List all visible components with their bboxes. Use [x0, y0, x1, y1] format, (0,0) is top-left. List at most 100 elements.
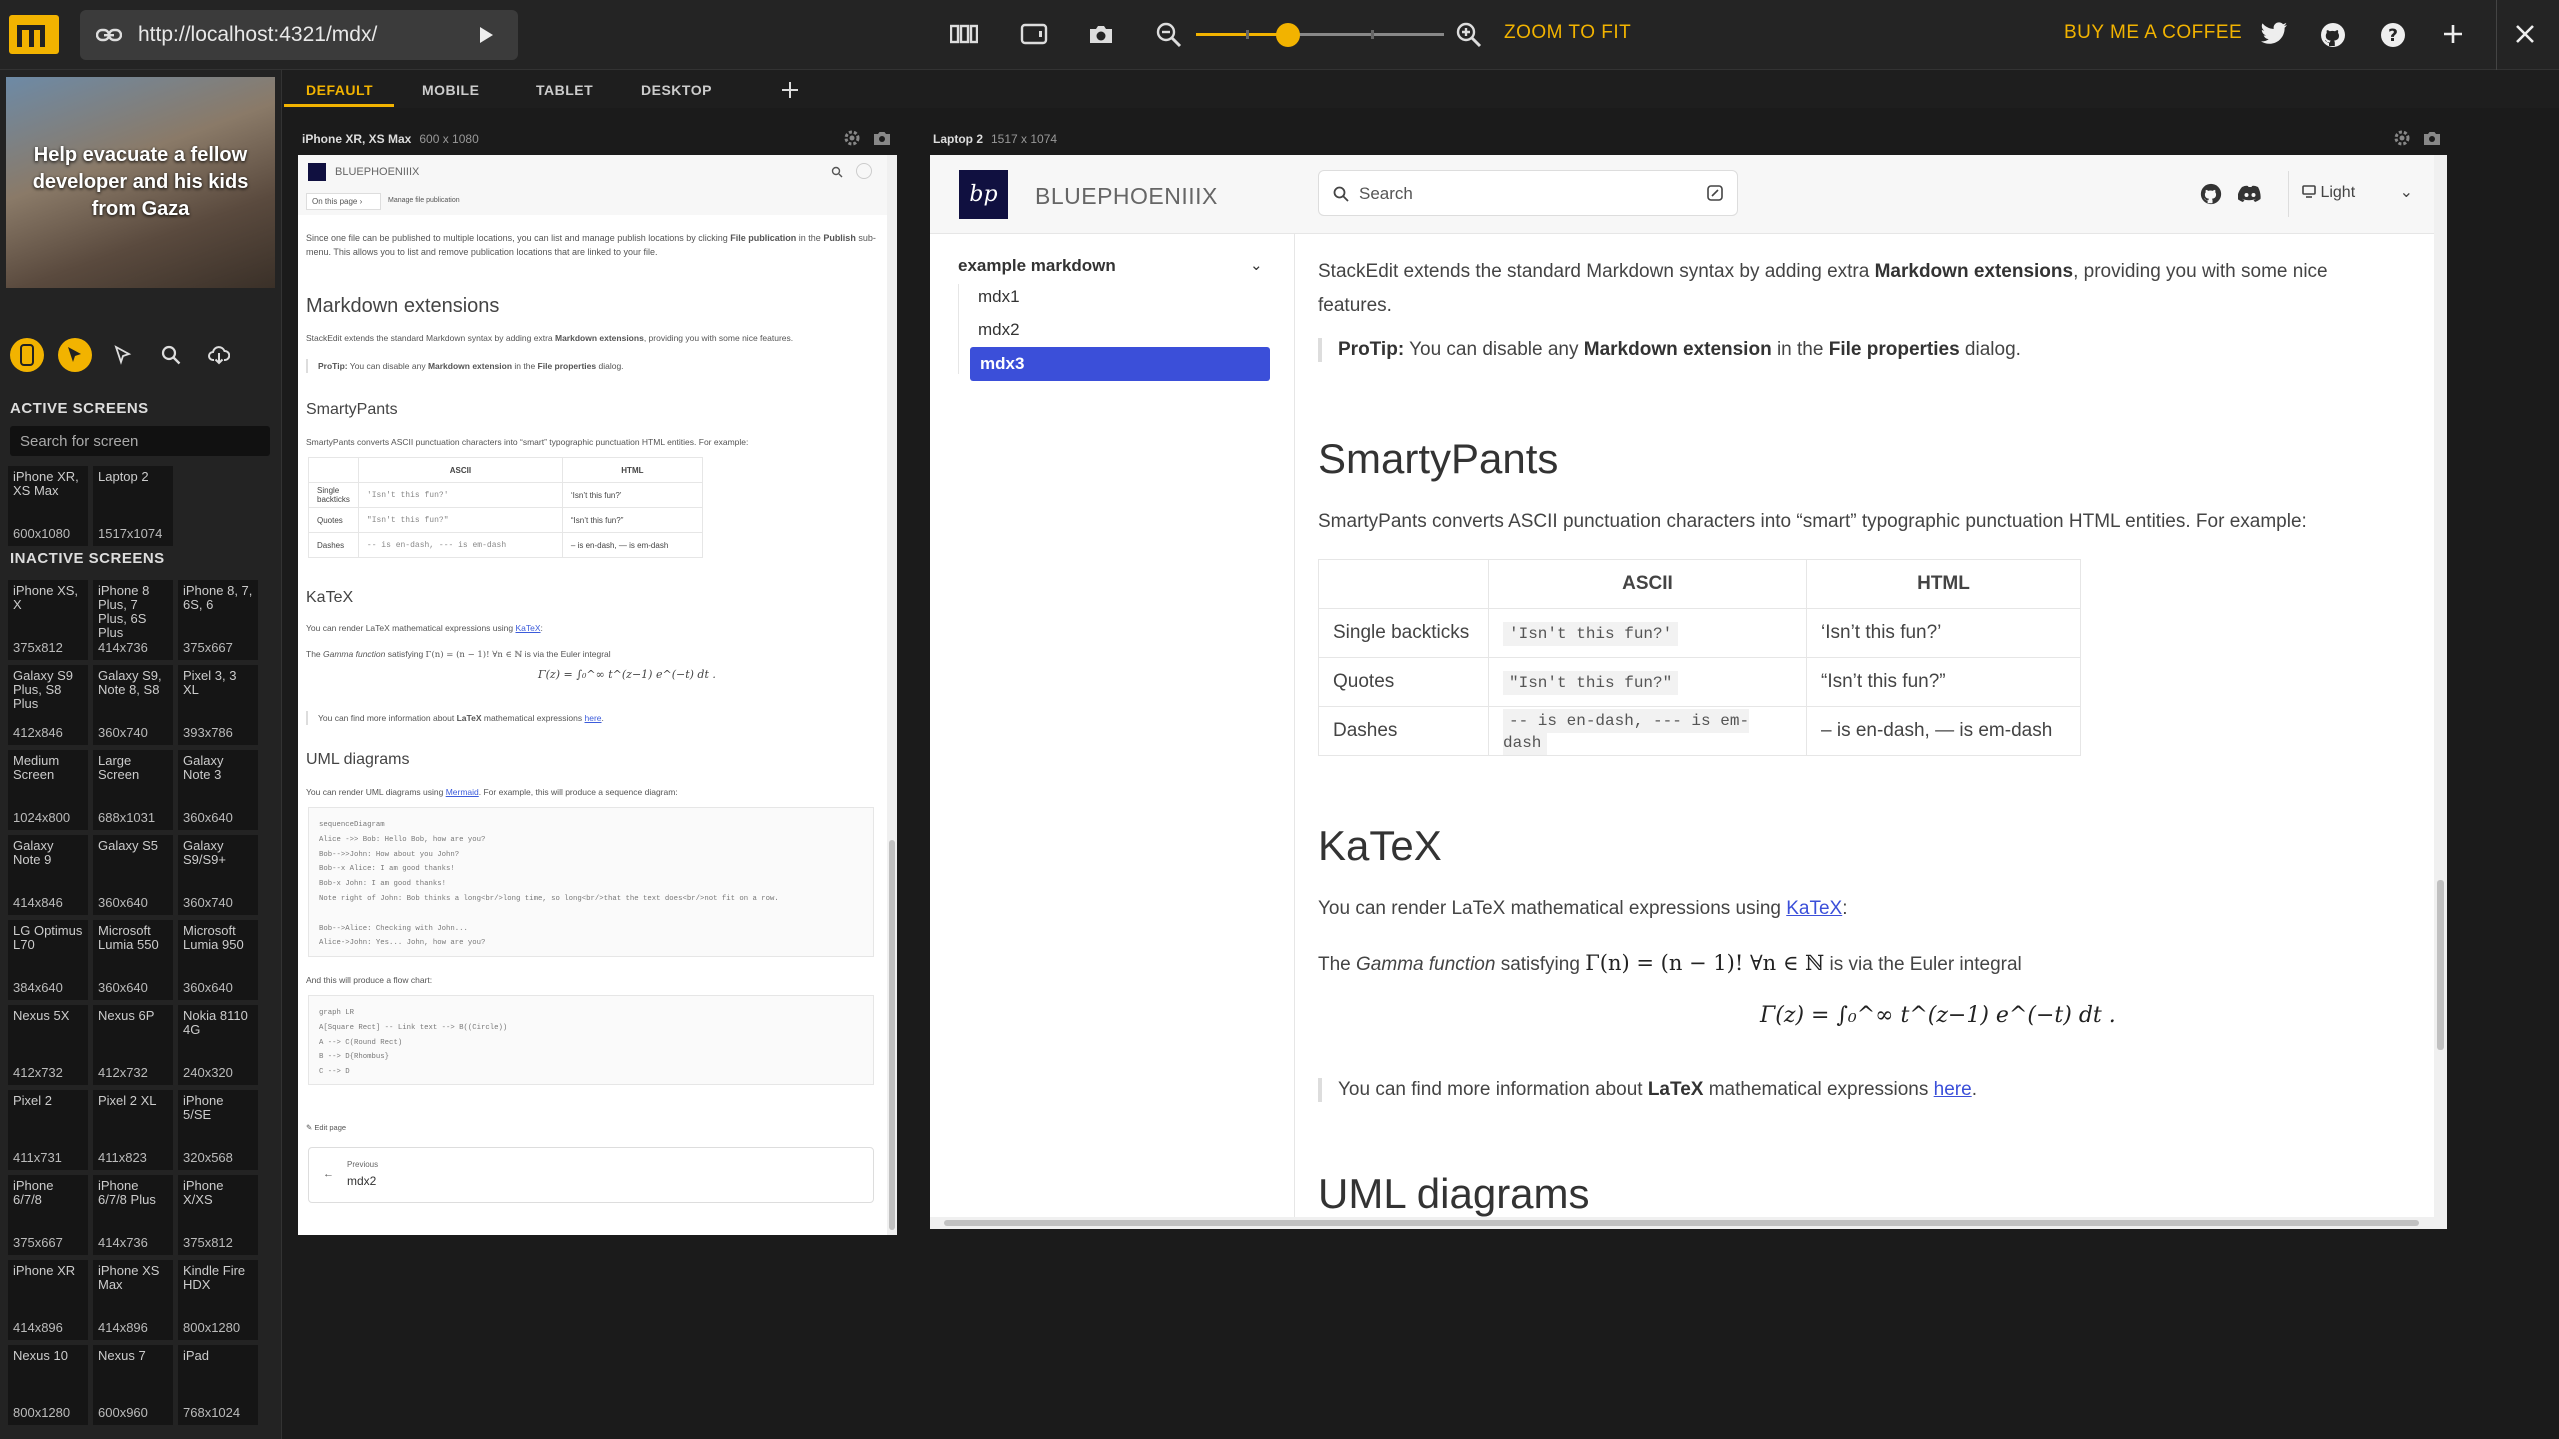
laptop-horizontal-scrollbar[interactable]: [930, 1217, 2447, 1229]
md-ext-paragraph: StackEdit extends the standard Markdown …: [306, 333, 794, 343]
laptop-vertical-scrollbar[interactable]: [2434, 155, 2447, 1217]
device-card[interactable]: iPhone 8 Plus, 7 Plus, 6S Plus 414x736: [93, 580, 173, 660]
device-card[interactable]: Galaxy S9 Plus, S8 Plus 412x846: [8, 665, 88, 745]
device-card[interactable]: Galaxy S5 360x640: [93, 835, 173, 915]
buy-me-coffee-link[interactable]: BUY ME A COFFEE: [2064, 22, 2242, 44]
device-card[interactable]: Nexus 6P 412x732: [93, 1005, 173, 1085]
katex-link[interactable]: KaTeX: [515, 623, 540, 633]
mermaid-link[interactable]: Mermaid: [446, 787, 479, 797]
device-card[interactable]: Nexus 5X 412x732: [8, 1005, 88, 1085]
device-card[interactable]: Galaxy S9/S9+ 360x740: [178, 835, 258, 915]
columns-icon[interactable]: [950, 22, 978, 46]
zoom-in-icon[interactable]: [1456, 22, 1482, 48]
add-icon[interactable]: [2441, 22, 2465, 46]
device-resolution: 360x740: [183, 895, 233, 910]
add-tab-icon[interactable]: [780, 80, 800, 100]
camera-icon[interactable]: [1088, 22, 1114, 46]
site-brand[interactable]: BLUEPHOENIIIX: [1035, 183, 1218, 210]
tab-desktop[interactable]: DESKTOP: [641, 82, 712, 98]
github-icon[interactable]: [2320, 22, 2346, 48]
here-link[interactable]: here: [585, 713, 602, 723]
device-card[interactable]: iPhone XS, X 375x812: [8, 580, 88, 660]
device-card[interactable]: Microsoft Lumia 550 360x640: [93, 920, 173, 1000]
theme-select[interactable]: Light ⌄: [2302, 182, 2413, 202]
device-card[interactable]: Nexus 10 800x1280: [8, 1345, 88, 1425]
url-bar[interactable]: http://localhost:4321/mdx/: [80, 10, 518, 60]
device-card[interactable]: Kindle Fire HDX 800x1280: [178, 1260, 258, 1340]
device-card[interactable]: Nokia 8110 4G 240x320: [178, 1005, 258, 1085]
gaza-banner[interactable]: Help evacuate a fellow developer and his…: [6, 77, 275, 288]
phone-scrollbar[interactable]: [887, 155, 897, 1235]
device-name: Nexus 5X: [13, 1008, 70, 1023]
search-button[interactable]: [154, 338, 188, 372]
select-tool-button[interactable]: [106, 338, 140, 372]
device-card[interactable]: iPad 768x1024: [178, 1345, 258, 1425]
site-logo[interactable]: bp: [959, 170, 1008, 219]
device-card[interactable]: Galaxy Note 3 360x640: [178, 750, 258, 830]
device-resolution: 384x640: [13, 980, 63, 995]
device-card[interactable]: iPhone 6/7/8 375x667: [8, 1175, 88, 1255]
here-link[interactable]: here: [1934, 1079, 1972, 1100]
on-this-page-button[interactable]: On this page ›: [306, 193, 381, 210]
device-card[interactable]: Nexus 7 600x960: [93, 1345, 173, 1425]
twitter-icon[interactable]: [2260, 22, 2288, 46]
chevron-down-icon[interactable]: ⌄: [1250, 256, 1263, 274]
device-card[interactable]: Pixel 2 411x731: [8, 1090, 88, 1170]
laptop-preview[interactable]: bp BLUEPHOENIIIX Search Light ⌄ example …: [930, 155, 2447, 1229]
screen-search-input[interactable]: Search for screen: [10, 426, 270, 456]
inspect-button[interactable]: [58, 338, 92, 372]
device-card[interactable]: iPhone 8, 7, 6S, 6 375x667: [178, 580, 258, 660]
nav-group-example-markdown[interactable]: example markdown: [958, 256, 1116, 276]
device-card[interactable]: Galaxy S9, Note 8, S8 360x740: [93, 665, 173, 745]
screenshot-icon[interactable]: [2423, 129, 2441, 147]
device-card[interactable]: iPhone 5/SE 320x568: [178, 1090, 258, 1170]
device-card[interactable]: iPhone X/XS 375x812: [178, 1175, 258, 1255]
download-button[interactable]: [202, 338, 236, 372]
laptop-scroll-thumb[interactable]: [2437, 880, 2444, 1050]
zoom-to-fit-button[interactable]: ZOOM TO FIT: [1504, 22, 1631, 44]
site-search-input[interactable]: Search: [1318, 170, 1738, 216]
device-card[interactable]: Microsoft Lumia 950 360x640: [178, 920, 258, 1000]
tab-mobile[interactable]: MOBILE: [422, 82, 479, 98]
device-card[interactable]: LG Optimus L70 384x640: [8, 920, 88, 1000]
search-icon: [161, 345, 181, 365]
screenshot-icon[interactable]: [873, 129, 891, 147]
url-input[interactable]: http://localhost:4321/mdx/: [138, 23, 377, 47]
device-card[interactable]: Pixel 3, 3 XL 393x786: [178, 665, 258, 745]
previous-page-link[interactable]: ← Previous mdx2: [308, 1147, 874, 1203]
zoom-slider[interactable]: [1196, 23, 1444, 47]
phone-preview[interactable]: BLUEPHOENIIIX On this page › Manage file…: [298, 155, 897, 1235]
tab-default[interactable]: DEFAULT: [306, 82, 373, 98]
nav-item-mdx3[interactable]: mdx3: [970, 347, 1270, 381]
settings-icon[interactable]: [843, 129, 861, 147]
edit-page-link[interactable]: ✎ Edit page: [306, 1121, 346, 1135]
device-card[interactable]: Galaxy Note 9 414x846: [8, 835, 88, 915]
device-card[interactable]: Medium Screen 1024x800: [8, 750, 88, 830]
nav-item-mdx2[interactable]: mdx2: [978, 320, 1020, 340]
menu-icon[interactable]: [856, 163, 872, 179]
play-icon[interactable]: [478, 26, 494, 44]
light-theme-icon: [2302, 185, 2316, 198]
tab-tablet[interactable]: TABLET: [536, 82, 593, 98]
phone-scroll-thumb[interactable]: [889, 840, 895, 1230]
katex-link[interactable]: KaTeX: [1786, 898, 1842, 919]
laptop-hscroll-thumb[interactable]: [944, 1220, 2419, 1226]
help-icon[interactable]: ?: [2380, 22, 2406, 48]
search-icon[interactable]: [831, 166, 843, 178]
tablet-icon[interactable]: [1020, 22, 1048, 46]
discord-icon[interactable]: [2238, 185, 2262, 203]
zoom-out-icon[interactable]: [1156, 22, 1182, 48]
device-card[interactable]: iPhone 6/7/8 Plus 414x736: [93, 1175, 173, 1255]
github-icon[interactable]: [2200, 183, 2222, 205]
close-icon[interactable]: [2513, 22, 2537, 46]
device-card[interactable]: Large Screen 688x1031: [93, 750, 173, 830]
device-card[interactable]: Pixel 2 XL 411x823: [93, 1090, 173, 1170]
device-card[interactable]: iPhone XR 414x896: [8, 1260, 88, 1340]
device-manager-button[interactable]: [10, 338, 44, 372]
device-card[interactable]: iPhone XS Max 414x896: [93, 1260, 173, 1340]
settings-icon[interactable]: [2393, 129, 2411, 147]
nav-item-mdx1[interactable]: mdx1: [978, 287, 1020, 307]
zoom-slider-handle[interactable]: [1276, 23, 1300, 47]
device-card[interactable]: Laptop 2 1517x1074: [93, 466, 173, 546]
device-card[interactable]: iPhone XR, XS Max 600x1080: [8, 466, 88, 546]
